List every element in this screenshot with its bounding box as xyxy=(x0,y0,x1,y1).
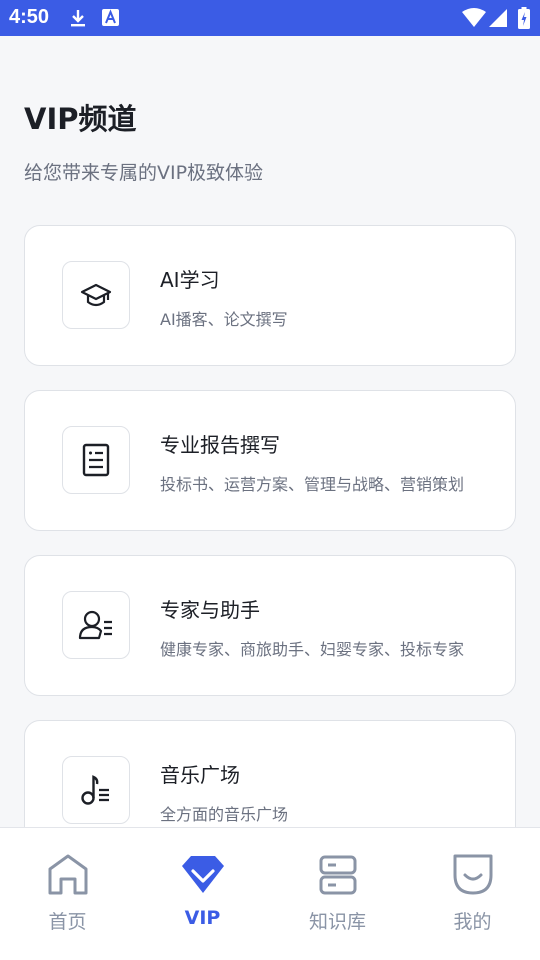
card-title: 音乐广场 xyxy=(160,763,240,787)
card-title: AI学习 xyxy=(160,268,220,292)
status-bar: 4:50 xyxy=(0,0,540,36)
signal-icon xyxy=(489,9,507,27)
card-desc: 全方面的音乐广场 xyxy=(160,805,289,824)
wifi-icon xyxy=(462,8,486,27)
tab-vip[interactable]: VIP xyxy=(135,828,270,960)
card-desc: 投标书、运营方案、管理与战略、营销策划 xyxy=(160,475,465,494)
bottom-tab-bar: 首页 VIP 知识库 我的 xyxy=(0,827,540,960)
battery-icon xyxy=(518,7,530,29)
card-report-writing[interactable]: 专业报告撰写 投标书、运营方案、管理与战略、营销策划 xyxy=(24,390,516,531)
card-icon-box xyxy=(62,756,130,824)
card-desc: AI播客、论文撰写 xyxy=(160,310,288,329)
card-icon-box xyxy=(62,591,130,659)
card-ai-learning[interactable]: AI学习 AI播客、论文撰写 xyxy=(24,225,516,366)
tab-label: 我的 xyxy=(453,911,492,933)
tab-mine[interactable]: 我的 xyxy=(405,828,540,960)
profile-face-icon xyxy=(453,854,492,895)
card-icon-box xyxy=(62,426,130,494)
music-note-icon xyxy=(81,775,109,805)
document-report-icon xyxy=(82,443,110,477)
home-icon xyxy=(48,854,87,895)
database-icon xyxy=(319,855,356,895)
card-title: 专业报告撰写 xyxy=(160,433,280,457)
card-icon-box xyxy=(62,261,130,329)
status-time: 4:50 xyxy=(9,6,50,28)
card-desc: 健康专家、商旅助手、妇婴专家、投标专家 xyxy=(160,640,465,659)
download-icon xyxy=(71,10,85,27)
font-a-icon xyxy=(102,9,119,26)
card-experts-assistants[interactable]: 专家与助手 健康专家、商旅助手、妇婴专家、投标专家 xyxy=(24,555,516,696)
tab-label: 首页 xyxy=(48,911,87,933)
tab-knowledge-base[interactable]: 知识库 xyxy=(270,828,405,960)
graduation-cap-icon xyxy=(80,283,112,307)
expert-user-icon xyxy=(78,610,112,640)
page-subtitle: 给您带来专属的VIP极致体验 xyxy=(24,162,264,184)
card-title: 专家与助手 xyxy=(160,598,260,622)
diamond-icon xyxy=(181,856,224,893)
tab-home[interactable]: 首页 xyxy=(0,828,135,960)
tab-label: 知识库 xyxy=(308,911,366,933)
tab-label: VIP xyxy=(184,907,221,929)
page-title: VIP频道 xyxy=(24,102,137,136)
